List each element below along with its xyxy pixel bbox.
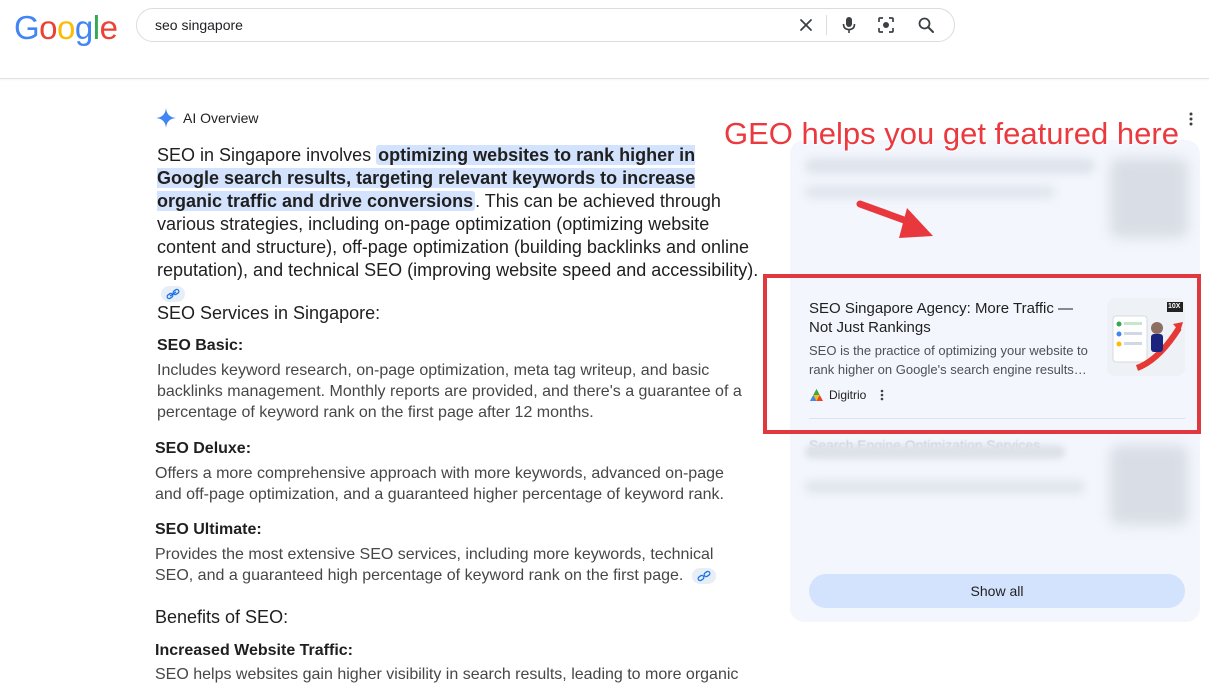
show-all-button[interactable]: Show all (809, 574, 1185, 608)
logo-letter: g (74, 9, 93, 46)
callout-arrow-icon (855, 196, 945, 246)
seo-deluxe-text: Offers a more comprehensive approach wit… (155, 465, 724, 503)
intro-prefix: SEO in Singapore involves (157, 145, 377, 165)
seo-deluxe-title: SEO Deluxe: (155, 440, 252, 457)
benefits-heading: Benefits of SEO: (155, 607, 289, 627)
seo-basic-text: Includes keyword research, on-page optim… (157, 362, 742, 421)
seo-ultimate-title: SEO Ultimate: (155, 521, 262, 538)
highlight-box (763, 274, 1201, 434)
ai-overview-intro: SEO in Singapore involves optimizing web… (157, 144, 762, 305)
services-heading: SEO Services in Singapore: (157, 303, 381, 323)
search-input[interactable]: seo singapore (155, 17, 243, 33)
logo-letter: l (92, 9, 100, 46)
blurred-source-thumbnail (1110, 445, 1188, 525)
logo-letter: o (39, 9, 58, 46)
ai-sparkle-icon (155, 107, 177, 129)
clear-icon[interactable] (796, 15, 816, 35)
blurred-source-thumbnail (1110, 158, 1188, 238)
lens-icon[interactable] (875, 14, 897, 36)
seo-ultimate-text: Provides the most extensive SEO services… (155, 544, 755, 586)
seo-ultimate-body: Provides the most extensive SEO services… (155, 546, 714, 584)
citation-link-icon[interactable] (691, 567, 716, 584)
google-logo[interactable]: Google (14, 9, 118, 47)
search-box[interactable] (136, 8, 955, 42)
search-icon[interactable] (915, 14, 937, 36)
seo-basic-title: SEO Basic: (157, 337, 244, 354)
logo-letter: o (57, 9, 75, 46)
blurred-source-text (805, 480, 1085, 494)
search-divider (826, 15, 827, 35)
microphone-icon[interactable] (838, 14, 860, 36)
citation-link-icon[interactable] (161, 286, 185, 303)
logo-letter: G (14, 9, 40, 46)
geo-callout-text: GEO helps you get featured here (724, 116, 1179, 151)
logo-letter: e (99, 9, 118, 46)
blurred-source-title (805, 158, 1095, 174)
blurred-source-text (805, 445, 1065, 459)
ai-overview-label: AI Overview (183, 110, 259, 126)
more-options-icon[interactable] (1182, 110, 1200, 128)
traffic-title: Increased Website Traffic: (155, 642, 353, 659)
